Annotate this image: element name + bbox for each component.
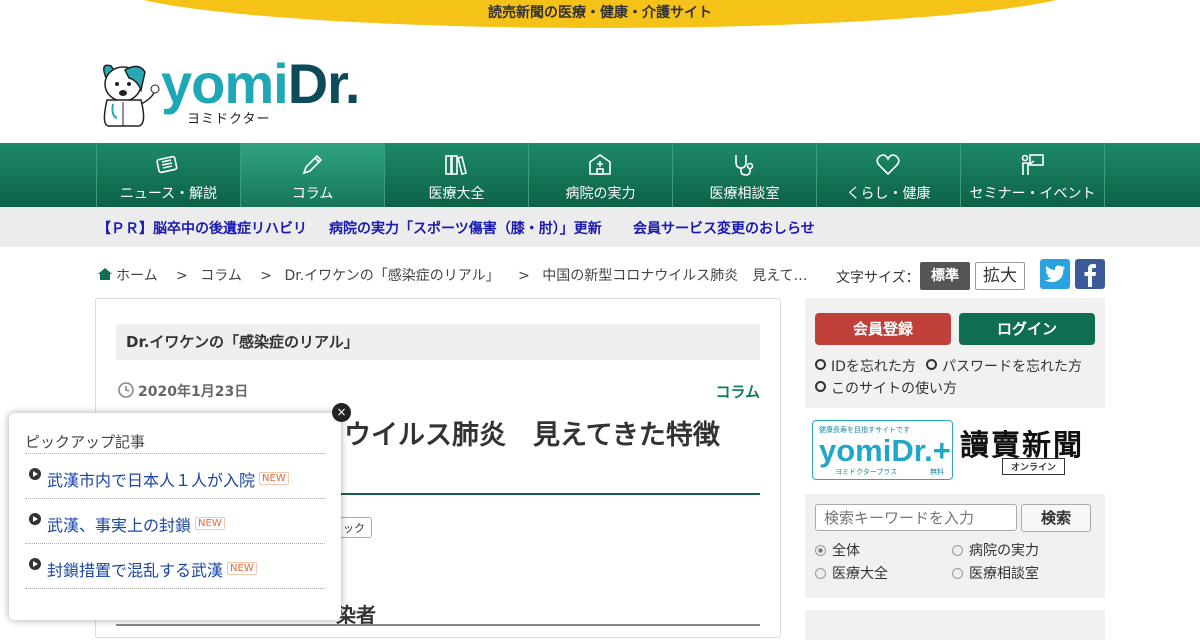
play-arrow-icon xyxy=(29,558,41,570)
twitter-icon xyxy=(1044,265,1066,283)
nav-label: 病院の実力 xyxy=(565,186,636,202)
font-size-large-button[interactable]: 拡大 xyxy=(975,262,1025,290)
nav-item-column[interactable]: コラム xyxy=(241,143,385,207)
radio-label: 医療大全 xyxy=(832,566,888,582)
radio-label: 病院の実力 xyxy=(969,543,1039,559)
article-tag[interactable]: ック xyxy=(336,517,372,538)
search-scope-all[interactable]: 全体 xyxy=(815,540,860,560)
popup-heading: ピックアップ記事 xyxy=(25,433,146,451)
hospital-icon xyxy=(589,154,611,175)
new-badge: NEW xyxy=(259,472,289,485)
nav-item-seminar[interactable]: セミナー・イベント xyxy=(961,143,1105,207)
pickup-item[interactable]: 武漢、事実上の封鎖 NEW xyxy=(25,498,325,543)
nav-label: 医療相談室 xyxy=(709,186,780,202)
promo-link-rehab[interactable]: 【ＰＲ】脳卒中の後遺症リハビリ xyxy=(97,218,307,238)
pickup-item[interactable]: 武漢市内で日本人１人が入院 NEW xyxy=(25,453,325,498)
presenter-icon xyxy=(1021,154,1044,175)
clock-icon xyxy=(118,382,134,398)
facebook-icon xyxy=(1084,264,1096,287)
home-icon[interactable] xyxy=(97,267,113,281)
article-title: ウイルス肺炎 見えてきた特徴 xyxy=(344,420,720,451)
breadcrumb-sep: > xyxy=(260,268,273,284)
subheading-divider xyxy=(116,624,760,626)
pickup-item[interactable]: 封鎖措置で混乱する武漢 NEW xyxy=(25,543,325,588)
article-category[interactable]: コラム xyxy=(715,381,760,402)
forgot-password-link[interactable]: パスワードを忘れた方 xyxy=(926,356,1082,376)
nav-label: くらし・健康 xyxy=(846,186,931,202)
login-button[interactable]: ログイン xyxy=(959,313,1095,345)
font-size-standard-button[interactable]: 標準 xyxy=(920,262,970,290)
nav-label: ニュース・解説 xyxy=(119,186,218,202)
date-text: 2020年1月23日 xyxy=(138,384,249,400)
breadcrumb-current: 中国の新型コロナウイルス肺炎 見えて… xyxy=(542,268,808,284)
facebook-share-button[interactable] xyxy=(1075,259,1105,289)
stethoscope-icon xyxy=(735,155,754,176)
yomiuri-online-banner[interactable]: 讀賣新聞 オンライン xyxy=(960,422,1100,478)
nav-label: コラム xyxy=(291,186,334,202)
nav-item-encyclopedia[interactable]: 医療大全 xyxy=(385,143,529,207)
series-title[interactable]: Dr.イワケンの「感染症のリアル」 xyxy=(116,324,760,360)
pickup-item-title: 武漢市内で日本人１人が入院 xyxy=(47,471,256,490)
doctor-dog-mascot-icon xyxy=(103,64,160,127)
site-guide-link[interactable]: このサイトの使い方 xyxy=(815,378,957,398)
news-icon xyxy=(156,155,178,174)
yomidr-plus-banner[interactable]: 健康長寿を目指すサイトです yomiDr.+ ヨミドクタープラス 無料 xyxy=(812,420,953,480)
popup-divider xyxy=(25,588,325,589)
promo-link-sports[interactable]: 病院の実力「スポーツ傷害（膝・肘）」更新 xyxy=(329,218,602,238)
logo-kana: ヨミドクター xyxy=(187,112,271,127)
heart-icon xyxy=(876,154,900,176)
play-arrow-icon xyxy=(29,468,41,480)
breadcrumb-sep: > xyxy=(176,268,188,284)
font-size-label: 文字サイズ： xyxy=(836,270,920,286)
pickup-popup: × ピックアップ記事 武漢市内で日本人１人が入院 NEW 武漢、事実上の封鎖 NEW… xyxy=(9,403,351,620)
site-logo[interactable]: yomiDr. ヨミドクター xyxy=(95,52,375,130)
site-tagline: 読売新聞の医療・健康・介護サイト xyxy=(488,5,712,21)
pen-icon xyxy=(302,154,323,175)
logo-word-b: Dr. xyxy=(287,52,361,115)
article-date: 2020年1月23日 xyxy=(118,381,248,401)
plus-banner-kana: ヨミドクタープラス xyxy=(835,468,898,476)
nav-item-hospital[interactable]: 病院の実力 xyxy=(529,143,673,207)
site-search: 検索 全体 病院の実力 医療大全 医療相談室 xyxy=(805,494,1105,598)
forgot-id-link[interactable]: IDを忘れた方 xyxy=(815,356,916,376)
site-tagline-banner: 読売新聞の医療・健康・介護サイト xyxy=(0,0,1200,40)
logo-word-a: yomi xyxy=(161,52,289,115)
plus-banner-logo: yomiDr.+ xyxy=(819,433,951,468)
breadcrumb-sep: > xyxy=(518,268,530,284)
plus-banner-free: 無料 xyxy=(930,468,944,476)
promo-link-member[interactable]: 会員サービス変更のおしらせ xyxy=(633,218,815,238)
search-button[interactable]: 検索 xyxy=(1021,504,1091,532)
popup-close-button[interactable]: × xyxy=(332,403,351,422)
radio-label: 医療相談室 xyxy=(969,566,1039,582)
nav-item-news[interactable]: ニュース・解説 xyxy=(97,143,241,207)
new-badge: NEW xyxy=(227,562,257,575)
promo-bar: 【ＰＲ】脳卒中の後遺症リハビリ 病院の実力「スポーツ傷害（膝・肘）」更新 会員サ… xyxy=(0,207,1200,247)
new-badge: NEW xyxy=(195,517,225,530)
search-scope-consult[interactable]: 医療相談室 xyxy=(952,563,1039,583)
nav-label: セミナー・イベント xyxy=(969,186,1096,202)
search-scope-encyclopedia[interactable]: 医療大全 xyxy=(815,563,888,583)
main-nav: ニュース・解説 コラム 医療大全 病院の実力 医療相談室 くらし・健康 セミナー… xyxy=(0,143,1200,207)
pickup-item-title: 武漢、事実上の封鎖 xyxy=(47,516,192,535)
sidebar-next-section xyxy=(805,610,1105,640)
breadcrumb-series[interactable]: Dr.イワケンの「感染症のリアル」 xyxy=(284,268,499,284)
breadcrumb: ホーム > コラム > Dr.イワケンの「感染症のリアル」 > 中国の新型コロナ… xyxy=(97,265,814,285)
nav-label: 医療大全 xyxy=(428,186,485,202)
search-scope-hospital[interactable]: 病院の実力 xyxy=(952,540,1039,560)
nav-item-life[interactable]: くらし・健康 xyxy=(817,143,961,207)
register-button[interactable]: 会員登録 xyxy=(815,313,951,345)
twitter-share-button[interactable] xyxy=(1040,259,1070,289)
radio-label: 全体 xyxy=(832,543,860,559)
books-icon xyxy=(445,155,467,175)
breadcrumb-home[interactable]: ホーム xyxy=(116,268,158,284)
search-input[interactable] xyxy=(815,504,1017,531)
play-arrow-icon xyxy=(29,513,41,525)
yomiuri-online-label: オンライン xyxy=(1002,458,1066,475)
login-box: 会員登録 ログイン IDを忘れた方 パスワードを忘れた方 このサイトの使い方 xyxy=(805,298,1105,408)
pickup-item-title: 封鎖措置で混乱する武漢 xyxy=(47,561,224,580)
breadcrumb-column[interactable]: コラム xyxy=(200,268,242,284)
nav-item-consult[interactable]: 医療相談室 xyxy=(673,143,817,207)
